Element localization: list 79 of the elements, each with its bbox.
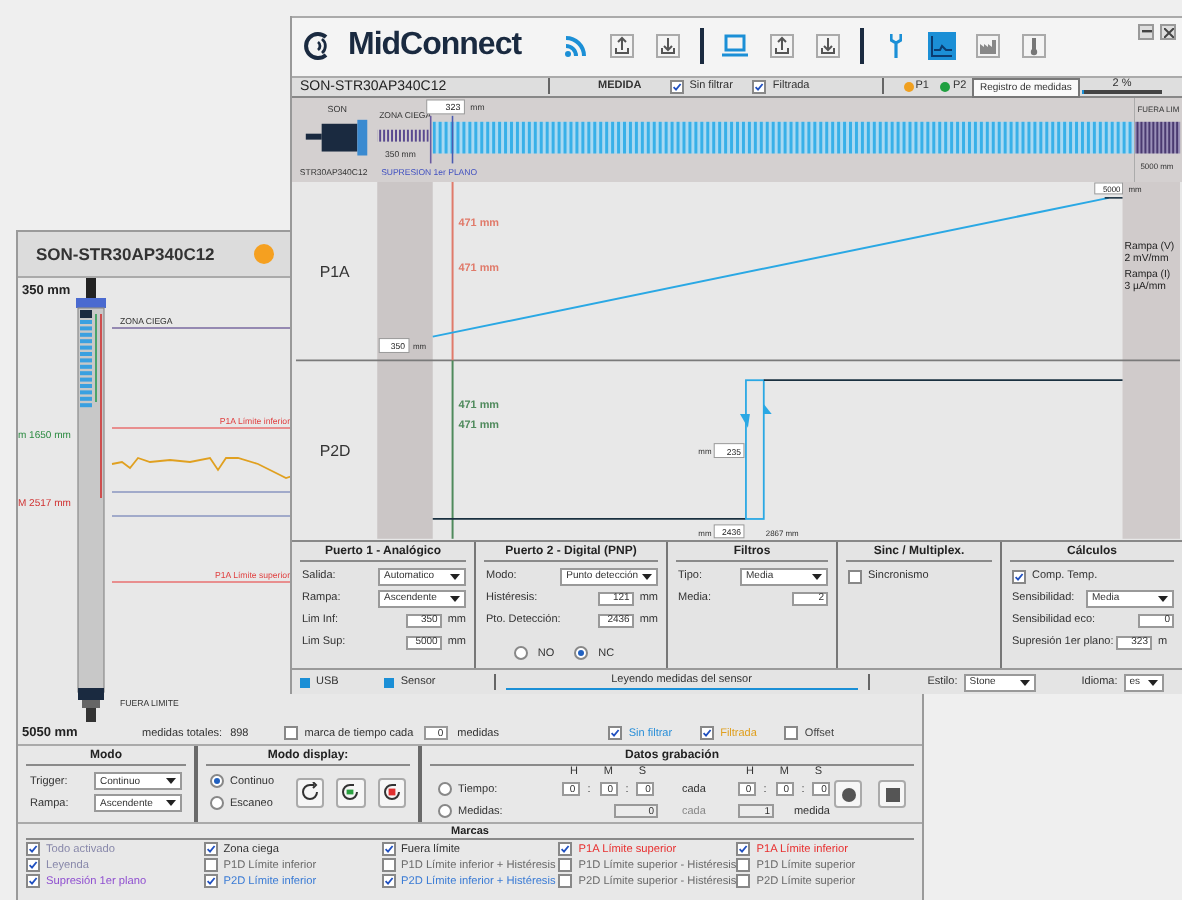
checkbox[interactable] [203, 874, 218, 888]
checkbox[interactable] [203, 858, 218, 872]
connection-indicator-icon [300, 677, 310, 688]
upload-icon [769, 34, 794, 59]
checkbox[interactable] [736, 874, 751, 888]
out-of-range-drawing [1134, 121, 1181, 153]
toolbar-button[interactable] [813, 32, 842, 61]
checkbox[interactable] [284, 726, 299, 740]
caret-icon [1147, 679, 1158, 686]
checkbox[interactable] [381, 874, 396, 888]
refresh-play-icon [340, 782, 361, 802]
checkbox[interactable] [558, 858, 573, 872]
download-icon [815, 34, 840, 59]
record-button[interactable] [834, 780, 862, 808]
checkbox[interactable] [700, 726, 715, 740]
checkbox[interactable] [752, 79, 767, 94]
checkbox[interactable] [558, 874, 573, 888]
stop-icon [885, 787, 899, 801]
channel-label: P2D [319, 442, 351, 461]
thermometer-icon [1021, 34, 1046, 59]
suppression-line [451, 114, 454, 164]
stop-button[interactable] [878, 780, 906, 808]
channel-label: P1A [319, 263, 350, 282]
caret-icon [812, 573, 822, 580]
caret-icon [450, 595, 460, 602]
record-icon [841, 787, 855, 801]
wifi-icon [563, 34, 588, 59]
checkbox[interactable] [736, 858, 751, 872]
window-title: SON-STR30AP340C12 [36, 244, 215, 264]
toolbar-button[interactable] [927, 32, 956, 61]
close-icon [1163, 27, 1173, 37]
checkbox[interactable] [669, 79, 684, 94]
close-button[interactable] [1160, 24, 1176, 40]
toolbar-button[interactable] [653, 32, 682, 61]
radio-button[interactable] [513, 646, 528, 661]
blind-zone-drawing [377, 129, 429, 141]
wrench-icon [889, 34, 902, 59]
chart-icon [929, 34, 954, 59]
checkbox[interactable] [26, 874, 40, 888]
checkbox[interactable] [381, 842, 396, 856]
radio-button[interactable] [574, 646, 589, 661]
checkbox[interactable] [381, 858, 396, 872]
radio-button[interactable] [438, 804, 452, 818]
caret-icon [450, 573, 460, 580]
checkbox[interactable] [608, 726, 623, 740]
toolbar-button[interactable] [607, 32, 636, 61]
refresh-icon [299, 782, 320, 802]
start-refresh-button[interactable] [336, 777, 366, 807]
radio-button[interactable] [210, 796, 224, 810]
blind-zone-line [429, 114, 432, 164]
stop-refresh-button[interactable] [377, 777, 407, 807]
connection-indicator-icon [384, 677, 395, 688]
caret-icon [1158, 595, 1168, 602]
checkbox[interactable] [1012, 569, 1026, 584]
download-icon [655, 34, 680, 59]
caret-icon [642, 573, 652, 580]
refresh-stop-icon [381, 782, 402, 802]
factory-icon [975, 34, 1000, 59]
checkbox[interactable] [26, 842, 40, 856]
laptop-icon [722, 34, 749, 59]
checkbox[interactable] [848, 569, 862, 584]
checkbox[interactable] [784, 726, 799, 740]
toolbar-button[interactable] [767, 32, 796, 61]
caret-icon [1019, 679, 1030, 686]
radio-button[interactable] [210, 774, 224, 788]
caret-icon [166, 778, 176, 784]
checkbox[interactable] [558, 842, 573, 856]
radio-button[interactable] [438, 782, 452, 796]
status-light-icon [254, 244, 275, 264]
app-logo: MidConnect [348, 28, 522, 65]
upload-icon [609, 34, 634, 59]
refresh-button[interactable] [295, 777, 325, 807]
minimize-button[interactable] [1138, 24, 1154, 40]
caret-icon [166, 800, 176, 806]
checkbox[interactable] [736, 842, 751, 856]
sensor-drawing [305, 119, 368, 155]
checkbox[interactable] [26, 858, 40, 872]
checkbox[interactable] [203, 842, 218, 856]
minimize-icon [1141, 30, 1151, 34]
